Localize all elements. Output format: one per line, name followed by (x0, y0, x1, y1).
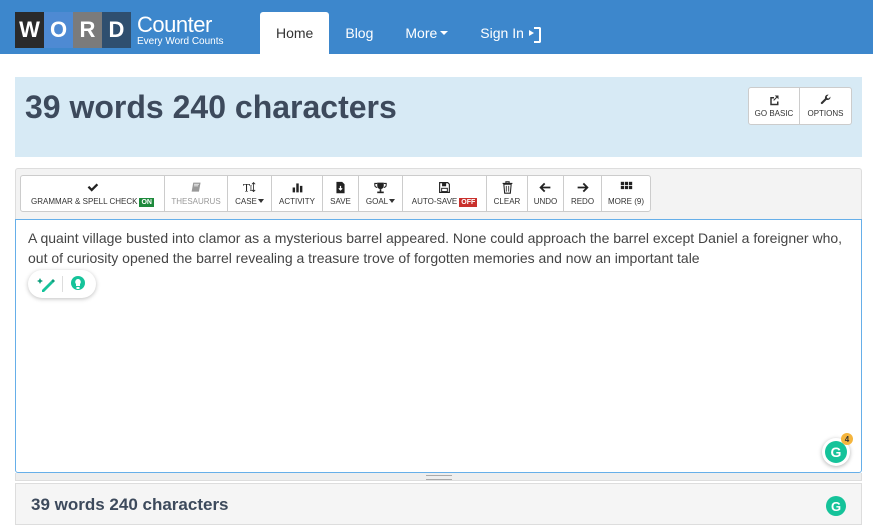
more-tools-label: MORE (9) (608, 197, 644, 206)
options-label: OPTIONS (807, 109, 844, 118)
goal-dropdown-button[interactable]: GOAL (358, 175, 403, 212)
file-download-icon (336, 181, 345, 194)
text-editor[interactable]: A quaint village busted into clamor as a… (15, 219, 862, 473)
editor-content[interactable]: A quaint village busted into clamor as a… (28, 228, 850, 268)
editor-resize-handle[interactable] (15, 473, 862, 481)
logo-letter-r: R (73, 12, 102, 48)
nav-signin-label: Sign In (480, 25, 524, 41)
logo-letter-o: O (44, 12, 73, 48)
caret-down-icon (389, 199, 396, 203)
svg-text:I: I (250, 184, 253, 193)
magic-pencil-icon[interactable] (36, 276, 57, 292)
top-navbar: W O R D Counter Every Word Counts Home B… (0, 0, 873, 54)
nav-more-dropdown[interactable]: More (389, 12, 464, 54)
text-height-icon: TI (243, 182, 256, 194)
grammarly-issue-count: 4 (841, 433, 853, 445)
pill-divider (62, 276, 64, 292)
redo-button[interactable]: REDO (563, 175, 602, 212)
nav-blog[interactable]: Blog (329, 12, 389, 54)
case-dropdown-button[interactable]: TI CASE (227, 175, 272, 212)
arrow-left-icon (539, 182, 551, 193)
grammarly-status-icon[interactable]: G (826, 496, 846, 516)
lightbulb-icon[interactable] (69, 275, 87, 293)
thesaurus-label: THESAURUS (171, 197, 221, 206)
clear-button[interactable]: CLEAR (486, 175, 528, 212)
nav-signin[interactable]: Sign In (464, 12, 557, 54)
go-basic-button[interactable]: GO BASIC (748, 87, 800, 125)
caret-down-icon (440, 31, 449, 35)
grammar-status-badge: ON (139, 198, 154, 207)
external-link-icon (770, 95, 779, 106)
editor-toolbar: GRAMMAR & SPELL CHECK ON THESAURUS TI CAS… (15, 168, 862, 219)
view-options-group: GO BASIC OPTIONS (748, 87, 852, 125)
more-tools-button[interactable]: MORE (9) (601, 175, 651, 212)
options-button[interactable]: OPTIONS (800, 87, 852, 125)
floppy-disk-icon (439, 182, 450, 193)
logo-text: Counter Every Word Counts (137, 11, 224, 47)
logo-title: Counter (137, 11, 212, 37)
grammar-spell-check-button[interactable]: GRAMMAR & SPELL CHECK ON (20, 175, 165, 212)
grammar-label: GRAMMAR & SPELL CHECK (31, 197, 138, 206)
save-button[interactable]: SAVE (322, 175, 359, 212)
nav-blog-label: Blog (345, 25, 374, 41)
grammarly-suggestions-pill[interactable] (28, 270, 96, 298)
logo-letter-boxes: W O R D (15, 12, 131, 48)
save-label: SAVE (330, 197, 351, 206)
bar-chart-icon (292, 183, 302, 193)
wrench-icon (820, 94, 830, 105)
nav-home[interactable]: Home (260, 12, 330, 54)
logo-tagline: Every Word Counts (137, 35, 224, 47)
clear-label: CLEAR (493, 197, 521, 206)
auto-save-label: AUTO-SAVE (411, 197, 458, 206)
redo-label: REDO (570, 197, 595, 206)
logo-letter-d: D (102, 12, 131, 48)
case-label: CASE (235, 197, 257, 206)
auto-save-button[interactable]: AUTO-SAVE OFF (402, 175, 487, 212)
undo-button[interactable]: UNDO (527, 175, 564, 212)
sign-in-icon (528, 27, 541, 43)
nav-more-label: More (405, 25, 438, 41)
go-basic-label: GO BASIC (754, 109, 794, 118)
logo-letter-w: W (15, 12, 44, 48)
grid-icon (620, 181, 632, 190)
stats-panel: 39 words 240 characters GO BASIC OPTIONS (15, 77, 862, 157)
footer-stats-bar: 39 words 240 characters G (15, 483, 862, 525)
goal-label: GOAL (365, 197, 389, 206)
thesaurus-button[interactable]: THESAURUS (164, 175, 228, 212)
checkmark-icon (87, 183, 99, 192)
undo-label: UNDO (533, 197, 558, 206)
word-character-count-headline: 39 words 240 characters (25, 89, 397, 125)
activity-button[interactable]: ACTIVITY (271, 175, 323, 212)
auto-save-status-badge: OFF (459, 198, 478, 207)
wordcounter-logo[interactable]: W O R D Counter Every Word Counts (15, 12, 224, 48)
footer-word-character-count: 39 words 240 characters (31, 495, 229, 514)
toolbar-buttons: GRAMMAR & SPELL CHECK ON THESAURUS TI CAS… (20, 175, 651, 212)
grammarly-button[interactable]: G 4 (822, 433, 853, 466)
arrow-right-icon (577, 182, 589, 193)
caret-down-icon (257, 199, 264, 203)
book-icon (191, 182, 201, 192)
activity-label: ACTIVITY (278, 197, 315, 206)
main-nav: Home Blog More Sign In (260, 12, 557, 54)
trash-icon (502, 181, 512, 194)
trophy-icon (374, 182, 387, 194)
nav-home-label: Home (276, 25, 314, 41)
